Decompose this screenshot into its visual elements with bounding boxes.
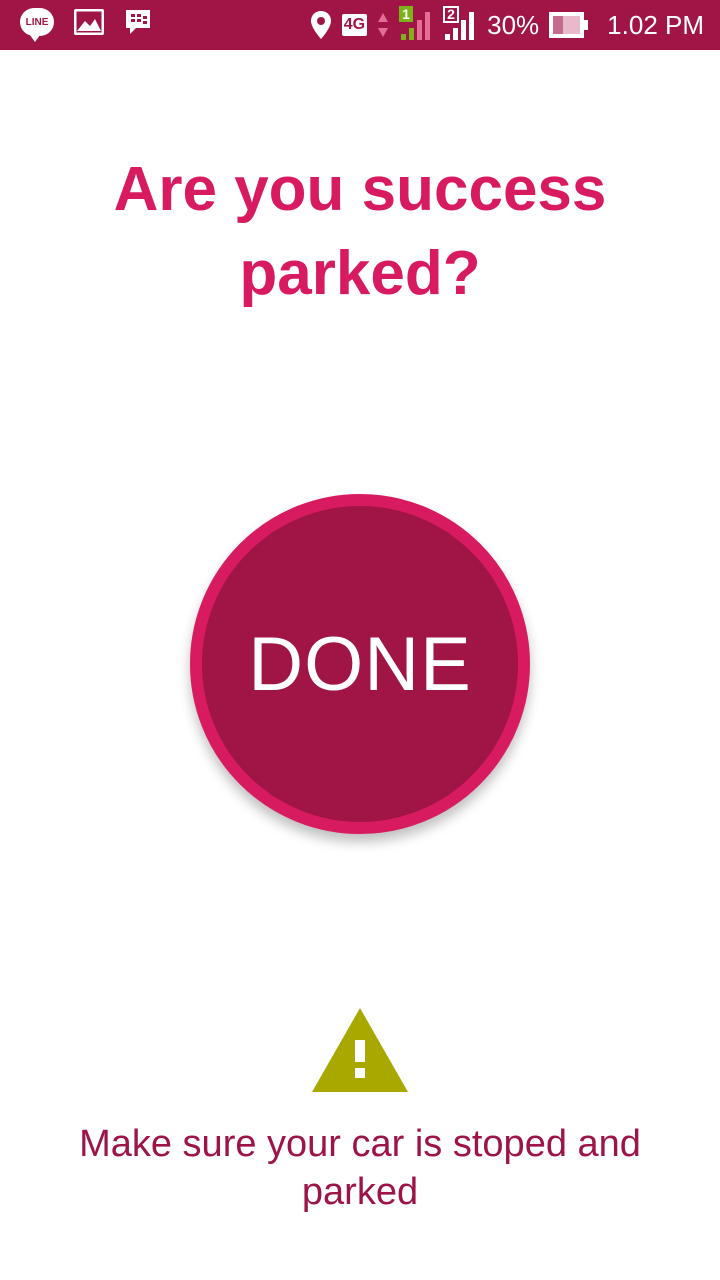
parking-notice: Make sure your car is stoped and parked — [79, 1123, 641, 1213]
system-status: 4G 1 2 30% 1.02 PM — [310, 0, 704, 50]
sim2-label: 2 — [443, 6, 459, 23]
blackberry-messenger-icon — [124, 8, 152, 36]
done-button-label: DONE — [248, 621, 472, 707]
sim1-label: 1 — [399, 6, 413, 22]
battery-icon — [549, 12, 589, 38]
battery-percent: 30% — [487, 9, 540, 40]
warning-triangle-icon — [312, 1008, 408, 1092]
network-type-badge: 4G — [341, 14, 368, 36]
page-title: Are you success parked? — [113, 155, 607, 308]
sim1-signal-icon: 1 — [399, 6, 433, 42]
line-app-label: LINE — [20, 8, 54, 42]
data-activity-icon — [377, 11, 389, 39]
done-button[interactable]: DONE — [190, 494, 530, 834]
sim2-signal-icon: 2 — [443, 6, 477, 42]
status-bar: LINE 4G 1 2 30% 1.02 PM — [0, 0, 720, 50]
gallery-icon — [74, 9, 104, 35]
location-icon — [310, 10, 332, 40]
line-app-icon: LINE — [20, 8, 54, 42]
clock: 1.02 PM — [607, 9, 704, 40]
notification-icons: LINE — [20, 8, 152, 42]
